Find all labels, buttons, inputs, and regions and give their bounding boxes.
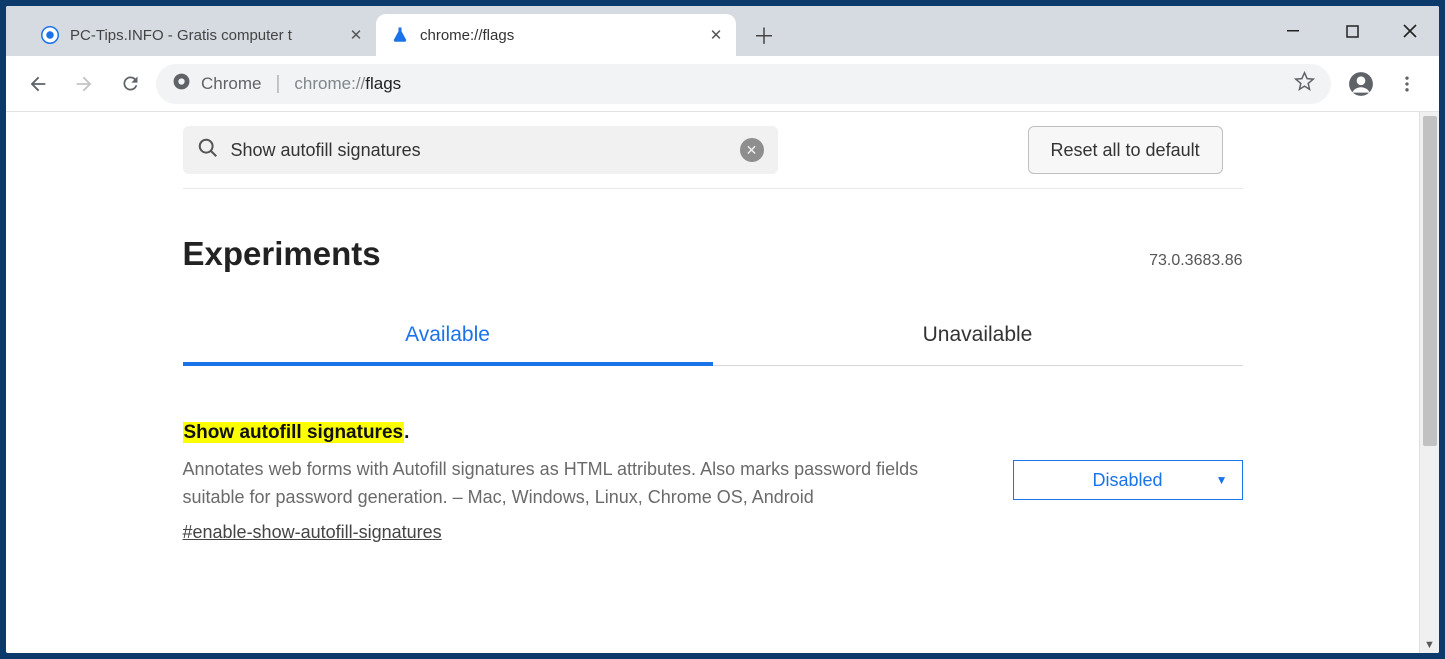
back-button[interactable]: [18, 64, 58, 104]
close-tab-icon[interactable]: ✕: [706, 25, 726, 45]
flag-state-select[interactable]: Disabled ▼: [1013, 460, 1243, 500]
minimize-button[interactable]: [1265, 6, 1323, 56]
forward-button[interactable]: [64, 64, 104, 104]
maximize-button[interactable]: [1323, 6, 1381, 56]
flag-item: Show autofill signatures. Annotates web …: [183, 422, 1243, 543]
chrome-version: 73.0.3683.86: [1149, 252, 1242, 270]
chrome-logo-icon: [172, 72, 191, 96]
flag-description: Annotates web forms with Autofill signat…: [183, 456, 973, 512]
bookmark-star-icon[interactable]: [1294, 71, 1315, 97]
toolbar: Chrome | chrome://flags: [6, 56, 1439, 112]
clear-search-icon[interactable]: ✕: [740, 138, 764, 162]
profile-avatar-icon[interactable]: [1341, 64, 1381, 104]
flag-title: Show autofill signatures.: [183, 422, 973, 444]
reload-button[interactable]: [110, 64, 150, 104]
flags-search-input[interactable]: [231, 140, 728, 161]
tab-available[interactable]: Available: [183, 323, 713, 365]
tab-inactive[interactable]: PC-Tips.INFO - Gratis computer t ✕: [26, 14, 376, 56]
flags-tab-bar: Available Unavailable: [183, 323, 1243, 366]
window-controls: [1265, 6, 1439, 56]
tab-title: chrome://flags: [420, 27, 696, 44]
tab-active[interactable]: chrome://flags ✕: [376, 14, 736, 56]
page-title: Experiments: [183, 235, 381, 273]
omnibox-url: chrome://flags: [294, 74, 401, 94]
flags-search-box[interactable]: ✕: [183, 126, 778, 174]
scroll-down-icon[interactable]: ▼: [1420, 639, 1439, 651]
flag-anchor-link[interactable]: #enable-show-autofill-signatures: [183, 522, 442, 543]
browser-window: PC-Tips.INFO - Gratis computer t ✕ chrom…: [6, 6, 1439, 653]
flag-state-value: Disabled: [1092, 470, 1162, 491]
flask-icon: [390, 25, 410, 45]
chevron-down-icon: ▼: [1216, 473, 1228, 487]
tab-strip: PC-Tips.INFO - Gratis computer t ✕ chrom…: [6, 6, 1439, 56]
vertical-scrollbar[interactable]: ▼: [1419, 112, 1439, 653]
menu-button[interactable]: [1387, 64, 1427, 104]
tab-title: PC-Tips.INFO - Gratis computer t: [70, 27, 336, 44]
site-favicon-icon: [40, 25, 60, 45]
search-icon: [197, 137, 219, 164]
page-content: ✕ Reset all to default Experiments 73.0.…: [6, 112, 1419, 653]
scrollbar-thumb[interactable]: [1423, 116, 1437, 446]
omnibox-label: Chrome: [201, 74, 261, 94]
close-tab-icon[interactable]: ✕: [346, 25, 366, 45]
reset-all-button[interactable]: Reset all to default: [1028, 126, 1223, 174]
close-window-button[interactable]: [1381, 6, 1439, 56]
tab-unavailable[interactable]: Unavailable: [713, 323, 1243, 365]
new-tab-button[interactable]: ＋: [744, 14, 784, 56]
address-bar[interactable]: Chrome | chrome://flags: [156, 64, 1331, 104]
omnibox-divider: |: [275, 73, 280, 95]
